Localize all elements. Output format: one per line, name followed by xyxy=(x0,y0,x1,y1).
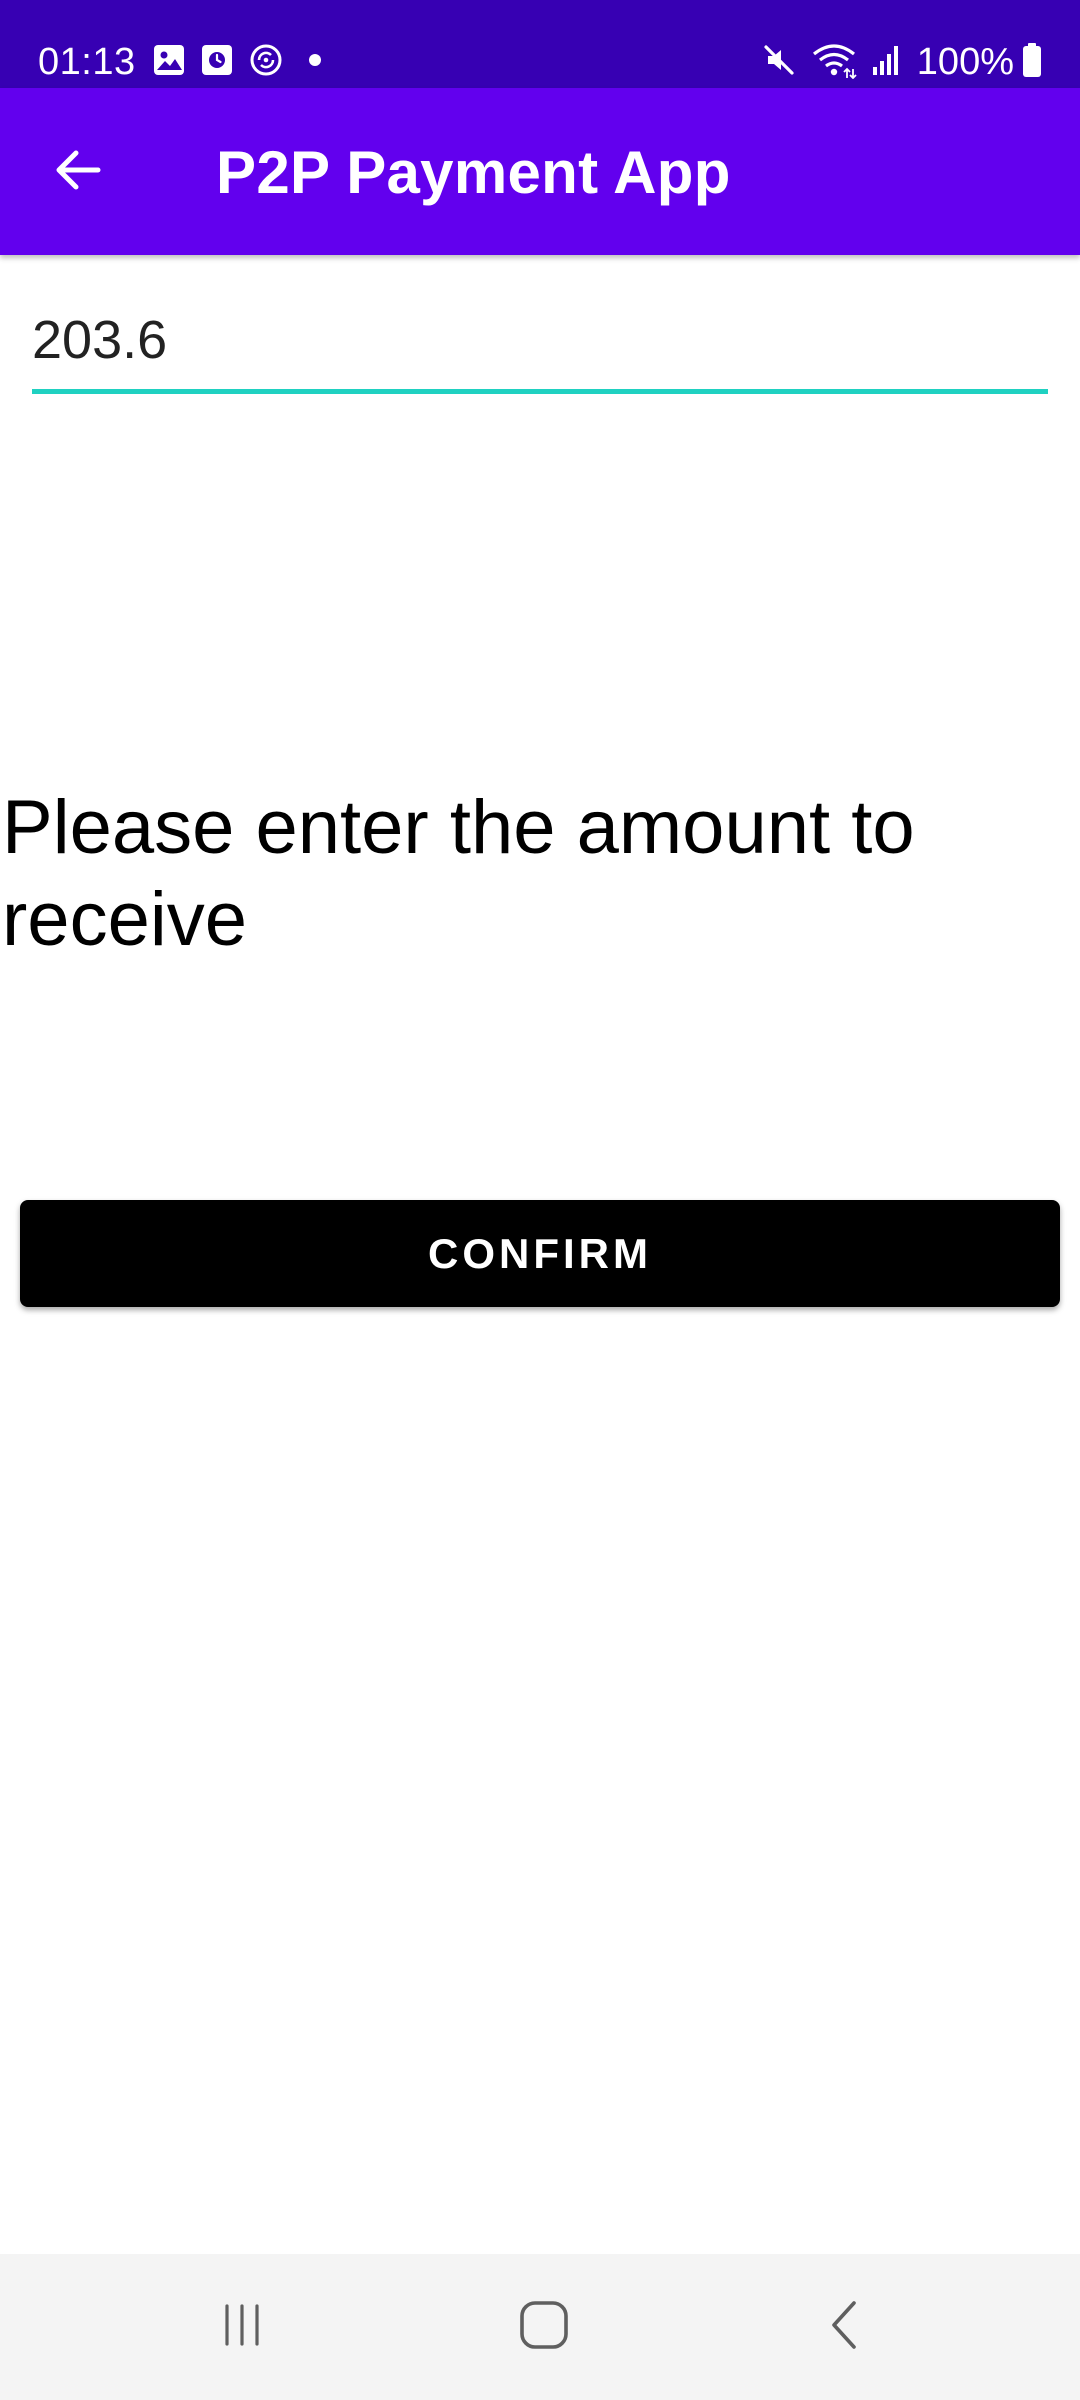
status-system-icons: 100% xyxy=(747,40,1042,84)
wifi-icon xyxy=(811,41,857,84)
mute-icon xyxy=(761,42,797,83)
navigation-bar xyxy=(0,2254,1080,2400)
confirm-button[interactable]: CONFIRM xyxy=(20,1200,1060,1307)
dot-icon xyxy=(308,53,322,72)
gallery-icon xyxy=(152,43,186,82)
battery-percentage: 100% xyxy=(916,41,1014,83)
status-time: 01:13 xyxy=(38,41,136,83)
recents-icon xyxy=(217,2300,267,2355)
arrow-back-icon xyxy=(52,144,104,201)
prompt-text: Please enter the amount to receive xyxy=(2,785,915,962)
back-nav-button[interactable] xyxy=(801,2282,891,2372)
recents-button[interactable] xyxy=(197,2282,287,2372)
amount-input[interactable] xyxy=(32,290,1048,394)
home-button[interactable] xyxy=(499,2282,589,2372)
home-icon xyxy=(518,2299,570,2356)
screen: 01:13 100% P2P Payment App 203.6 Please … xyxy=(0,0,1080,2400)
signal-icon xyxy=(871,43,903,82)
back-button[interactable] xyxy=(40,134,116,210)
app-bar: P2P Payment App xyxy=(0,88,1080,255)
back-icon xyxy=(824,2297,868,2358)
status-bar: 01:13 100% xyxy=(0,0,1080,88)
status-notification-icons xyxy=(152,42,336,82)
sync-icon xyxy=(248,42,284,83)
app-title: P2P Payment App xyxy=(216,139,731,206)
battery-icon xyxy=(1022,42,1042,83)
screen-time-icon xyxy=(200,43,234,82)
